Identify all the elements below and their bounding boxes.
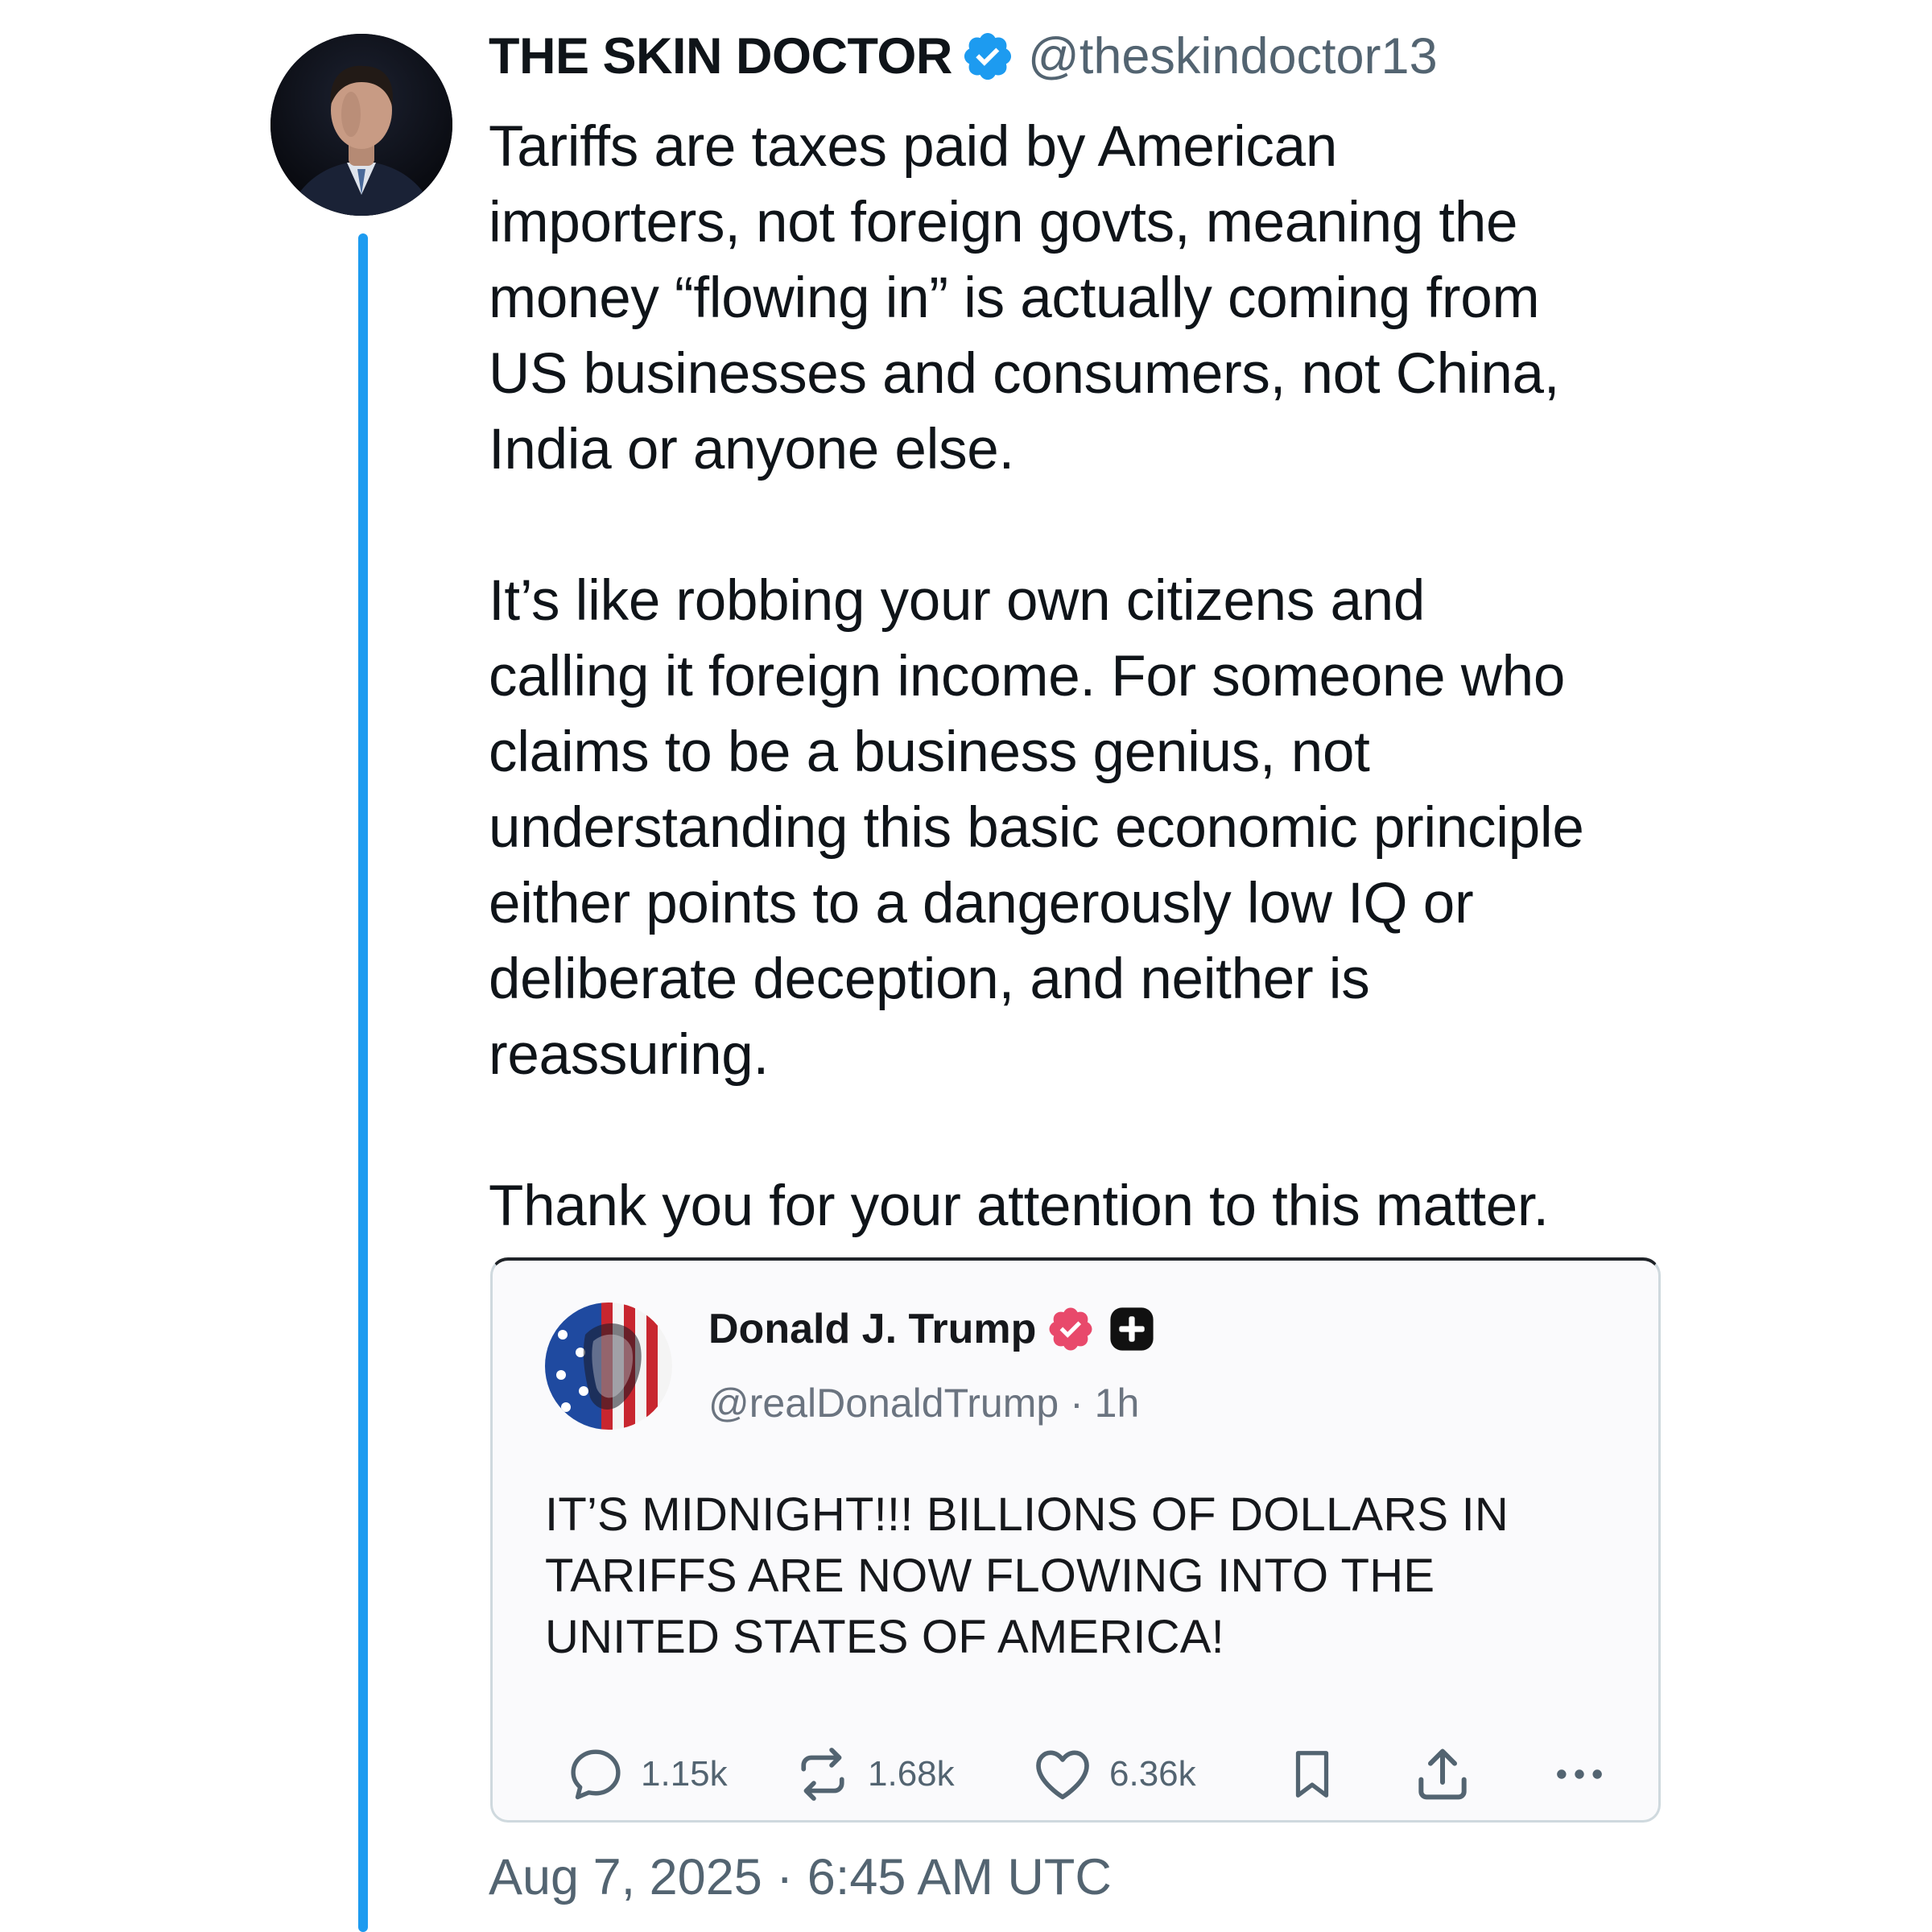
bookmark-button[interactable] <box>1284 1734 1340 1814</box>
plus-icon <box>1110 1307 1154 1351</box>
reply-count: 1.15k <box>641 1754 728 1794</box>
quoted-author-name-row: Donald J. Trump <box>708 1304 1155 1354</box>
quoted-post-actions: 1.15k 1.68k 6.36k <box>565 1734 1628 1814</box>
quoted-author-avatar-image <box>545 1302 672 1430</box>
repost-button[interactable]: 1.68k <box>792 1734 955 1814</box>
quoted-author-handle[interactable]: @realDonaldTrump <box>708 1381 1059 1426</box>
reply-icon <box>571 1749 621 1800</box>
share-button[interactable] <box>1410 1734 1475 1814</box>
author-display-name[interactable]: THE SKIN DOCTOR <box>489 27 952 85</box>
author-handle[interactable]: @theskindoctor13 <box>1028 27 1438 85</box>
quoted-post-card[interactable]: Donald J. Trump @realDonaldTrump · 1h IT… <box>490 1257 1661 1823</box>
tweet-timestamp[interactable]: Aug 7, 2025 · 6:45 AM UTC <box>489 1848 1112 1906</box>
verified-badge-icon <box>964 32 1011 80</box>
quoted-post-text: IT’S MIDNIGHT!!! BILLIONS OF DOLLARS IN … <box>545 1488 1509 1663</box>
tweet-header: THE SKIN DOCTOR @theskindoctor13 <box>489 24 1438 89</box>
author-avatar[interactable] <box>270 34 452 216</box>
more-icon <box>1557 1769 1602 1779</box>
repost-icon <box>801 1748 844 1801</box>
more-button[interactable] <box>1549 1734 1610 1814</box>
heart-icon <box>1036 1750 1089 1800</box>
thread-line <box>358 233 368 1932</box>
like-count: 6.36k <box>1109 1754 1196 1794</box>
share-icon <box>1418 1748 1467 1800</box>
reply-button[interactable]: 1.15k <box>565 1734 728 1814</box>
quoted-author-handle-row: @realDonaldTrump · 1h <box>708 1380 1139 1426</box>
tweet-text: Tariffs are taxes paid by American impor… <box>489 115 1584 1238</box>
author-avatar-image <box>270 34 452 216</box>
quoted-author-display-name[interactable]: Donald J. Trump <box>708 1305 1036 1353</box>
bookmark-icon <box>1295 1751 1329 1798</box>
repost-count: 1.68k <box>868 1754 955 1794</box>
quoted-post-time: · 1h <box>1070 1381 1140 1426</box>
quoted-author-avatar[interactable] <box>545 1302 672 1430</box>
quoted-verified-badge-icon <box>1049 1307 1092 1351</box>
like-button[interactable]: 6.36k <box>1030 1734 1196 1814</box>
